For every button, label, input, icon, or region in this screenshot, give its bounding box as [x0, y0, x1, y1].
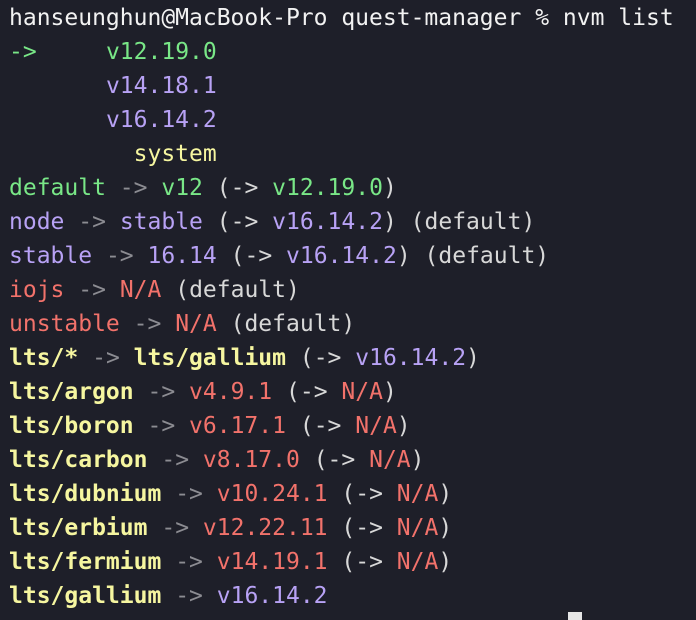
alias-target: N/A: [175, 311, 217, 337]
command-prompt: hanseunghun@MacBook-Pro quest-manager % …: [9, 5, 674, 31]
alias-row: lts/fermium -> v14.19.1 (-> N/A): [9, 547, 452, 577]
alias-row: default -> v12 (-> v12.19.0): [9, 173, 397, 203]
alias-resolved: N/A: [341, 379, 383, 405]
alias-note: (default): [175, 277, 300, 303]
alias-name: default: [9, 175, 106, 201]
alias-row: unstable -> N/A (default): [9, 309, 355, 339]
alias-name: lts/argon: [9, 379, 134, 405]
alias-resolve-open: (->: [230, 243, 273, 269]
system-version-row: system: [9, 139, 217, 169]
alias-row: iojs -> N/A (default): [9, 275, 300, 305]
alias-resolve-open: (->: [313, 447, 356, 473]
alias-arrow: ->: [175, 481, 203, 507]
alias-target: v10.24.1: [216, 481, 328, 507]
alias-row: lts/argon -> v4.9.1 (-> N/A): [9, 377, 397, 407]
system-version: system: [133, 141, 217, 167]
alias-resolved: N/A: [396, 515, 439, 541]
text-cursor: [568, 612, 582, 620]
alias-name: lts/erbium: [9, 515, 148, 541]
alias-arrow: ->: [175, 549, 203, 575]
alias-resolve-open: (->: [286, 379, 328, 405]
installed-version-row: v16.14.2: [9, 105, 217, 135]
alias-name: node: [9, 209, 65, 235]
alias-row: lts/carbon -> v8.17.0 (-> N/A): [9, 445, 425, 475]
alias-row: stable -> 16.14 (-> v16.14.2) (default): [9, 241, 549, 271]
installed-version: v16.14.2: [105, 107, 217, 133]
alias-arrow: ->: [175, 583, 203, 609]
alias-arrow: ->: [119, 175, 148, 201]
alias-name: lts/*: [9, 345, 79, 371]
alias-target: v12: [161, 175, 203, 201]
alias-resolve-open: (->: [341, 549, 383, 575]
alias-resolved: v16.14.2: [355, 345, 467, 371]
alias-resolve-open: (->: [341, 481, 383, 507]
alias-target: v6.17.1: [189, 413, 286, 439]
alias-target: v14.19.1: [216, 549, 328, 575]
alias-target: v16.14.2: [216, 583, 328, 609]
alias-name: iojs: [9, 277, 65, 303]
alias-arrow: ->: [78, 277, 106, 303]
alias-target: stable: [119, 209, 203, 235]
alias-resolve-close: ): [438, 515, 453, 541]
alias-resolved: N/A: [355, 413, 397, 439]
installed-version: v12.19.0: [105, 39, 217, 65]
alias-note: (default): [230, 311, 356, 337]
alias-name: unstable: [9, 311, 120, 337]
alias-row: lts/gallium -> v16.14.2: [9, 581, 328, 611]
alias-arrow: ->: [78, 209, 106, 235]
alias-target: v12.22.11: [202, 515, 328, 541]
installed-version: v14.18.1: [105, 73, 217, 99]
alias-arrow: ->: [133, 311, 162, 337]
alias-name: lts/dubnium: [9, 481, 162, 507]
alias-note: (default): [424, 243, 550, 269]
alias-target: 16.14: [147, 243, 217, 269]
alias-row: node -> stable (-> v16.14.2) (default): [9, 207, 535, 237]
alias-row: lts/erbium -> v12.22.11 (-> N/A): [9, 513, 452, 543]
alias-arrow: ->: [161, 447, 190, 473]
alias-row: lts/* -> lts/gallium (-> v16.14.2): [9, 343, 480, 373]
alias-arrow: ->: [92, 345, 120, 371]
alias-arrow: ->: [147, 379, 176, 405]
alias-resolved: v16.14.2: [286, 243, 397, 269]
alias-name: lts/carbon: [9, 447, 148, 473]
alias-resolved: N/A: [396, 481, 439, 507]
alias-target: v4.9.1: [189, 379, 273, 405]
installed-version-row: v14.18.1: [9, 71, 217, 101]
alias-arrow: ->: [147, 413, 176, 439]
alias-resolve-open: (->: [299, 345, 342, 371]
alias-target: N/A: [119, 277, 162, 303]
alias-resolved: v16.14.2: [272, 209, 383, 235]
alias-resolve-close: ): [382, 175, 397, 201]
alias-resolved: N/A: [369, 447, 411, 473]
alias-resolve-open: (->: [216, 175, 259, 201]
alias-name: stable: [9, 243, 93, 269]
alias-resolved: N/A: [396, 549, 439, 575]
alias-target: v8.17.0: [202, 447, 300, 473]
alias-resolve-close: ): [382, 379, 397, 405]
alias-resolve-close: ): [438, 481, 453, 507]
installed-version-row: -> v12.19.0: [9, 37, 217, 67]
alias-resolve-close: ): [466, 345, 480, 371]
command-prompt-line: hanseunghun@MacBook-Pro quest-manager % …: [9, 3, 674, 33]
alias-note: (default): [410, 209, 536, 235]
alias-target: lts/gallium: [133, 345, 286, 371]
terminal-window[interactable]: hanseunghun@MacBook-Pro quest-manager % …: [0, 0, 696, 620]
alias-resolve-close: ): [396, 243, 411, 269]
alias-name: lts/boron: [9, 413, 134, 439]
alias-arrow: ->: [161, 515, 190, 541]
alias-resolve-open: (->: [299, 413, 342, 439]
alias-resolve-close: ): [382, 209, 397, 235]
alias-resolved: v12.19.0: [272, 175, 383, 201]
alias-resolve-close: ): [410, 447, 425, 473]
alias-arrow: ->: [105, 243, 134, 269]
alias-name: lts/fermium: [9, 549, 162, 575]
alias-resolve-open: (->: [341, 515, 383, 541]
alias-resolve-open: (->: [216, 209, 259, 235]
alias-resolve-close: ): [396, 413, 411, 439]
current-version-marker: ->: [9, 39, 37, 65]
alias-row: lts/dubnium -> v10.24.1 (-> N/A): [9, 479, 452, 509]
alias-resolve-close: ): [438, 549, 453, 575]
alias-name: lts/gallium: [9, 583, 162, 609]
alias-row: lts/boron -> v6.17.1 (-> N/A): [9, 411, 411, 441]
